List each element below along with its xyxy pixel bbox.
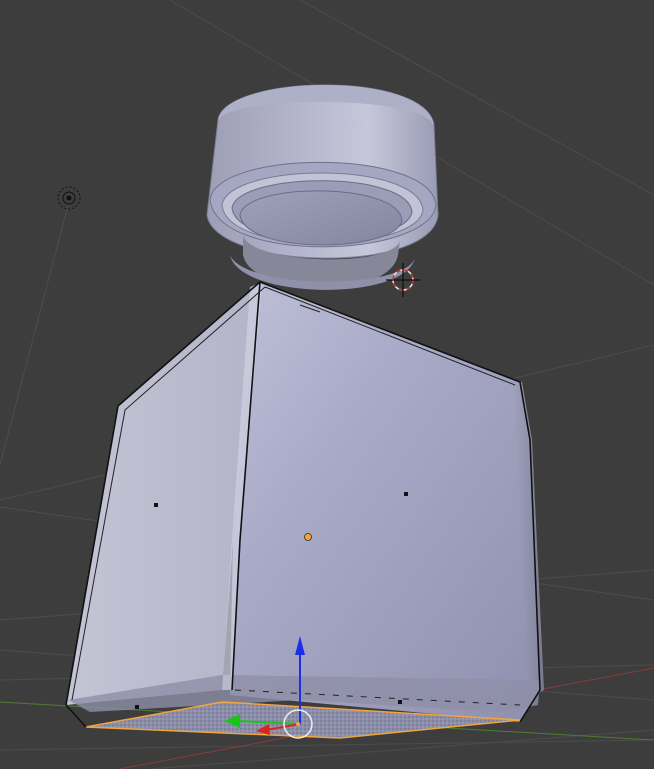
3d-cursor-icon[interactable] (386, 263, 420, 297)
3d-viewport[interactable] (0, 0, 654, 769)
face-center-dot (154, 503, 158, 507)
bottle-cap[interactable] (206, 84, 439, 290)
object-origin-dot[interactable] (304, 533, 312, 541)
bottle-body[interactable] (65, 281, 544, 739)
lamp-icon[interactable] (57, 186, 81, 210)
face-center-dot (404, 492, 408, 496)
face-center-dot (135, 705, 139, 709)
face-center-dot (398, 700, 402, 704)
